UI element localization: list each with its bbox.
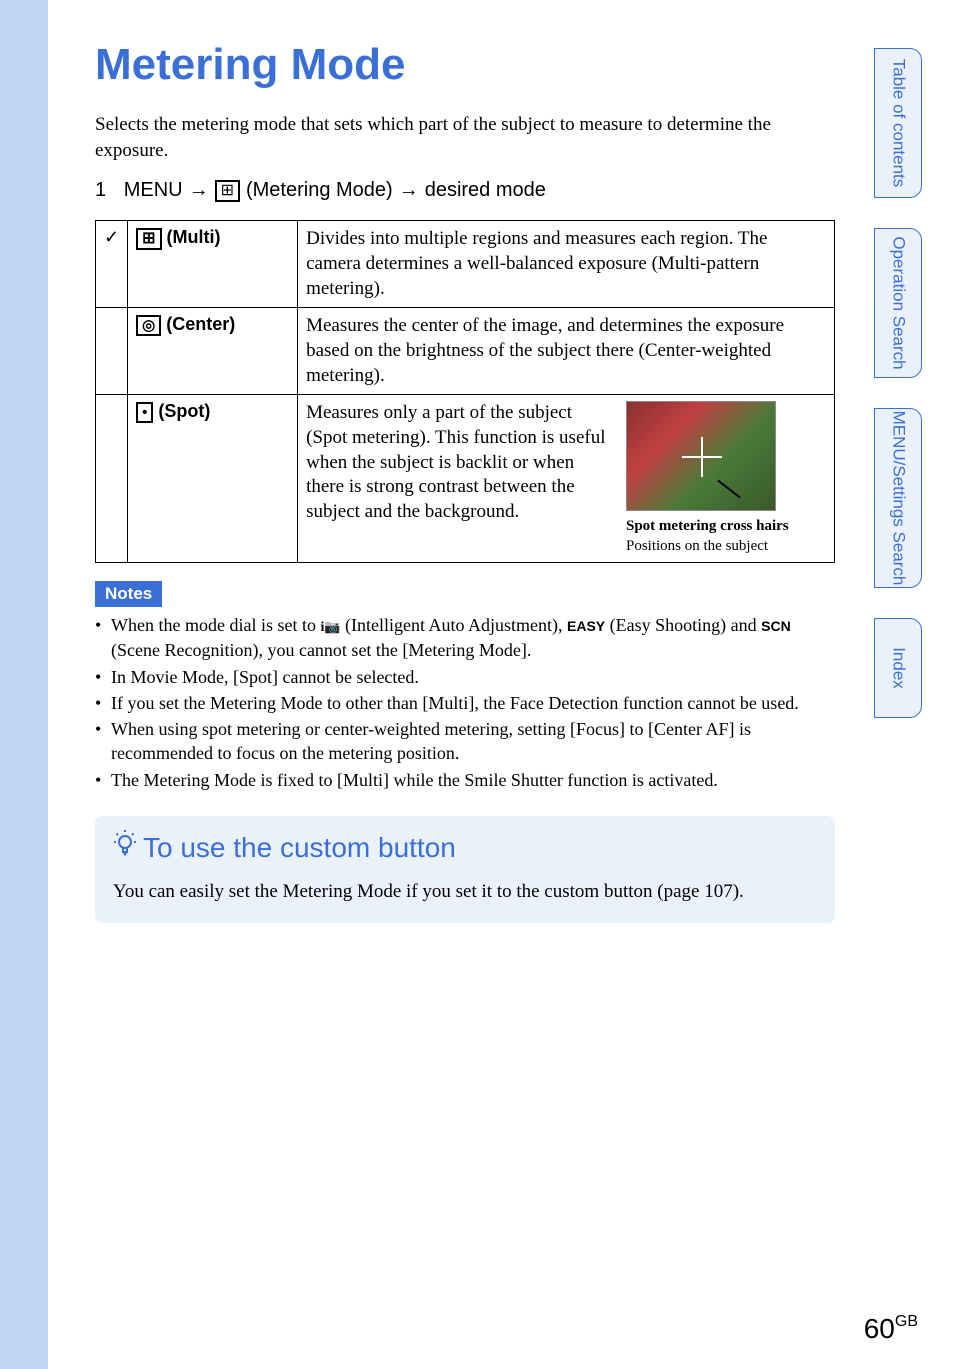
lightbulb-icon <box>113 830 137 865</box>
spot-image-block: Spot metering cross hairs Positions on t… <box>626 401 826 556</box>
spot-caption-reg: Positions on the subject <box>626 537 826 557</box>
step-suffix: desired mode <box>425 179 546 202</box>
step-menu-label: MENU <box>124 179 183 202</box>
tip-title-text: To use the custom button <box>143 832 456 864</box>
list-item: When the mode dial is set to i (Intellig… <box>95 613 835 662</box>
side-tabs: Table of contents Operation Search MENU/… <box>874 48 922 718</box>
main-content: Metering Mode Selects the metering mode … <box>95 40 835 923</box>
mode-desc-multi: Divides into multiple regions and measur… <box>298 221 835 308</box>
tab-label: Index <box>889 647 908 689</box>
table-row: (Spot) Measures only a part of the subje… <box>96 395 835 563</box>
list-item: In Movie Mode, [Spot] cannot be selected… <box>95 665 835 689</box>
note-part: (Easy Shooting) and <box>605 615 761 635</box>
tab-index[interactable]: Index <box>874 618 922 718</box>
step-instruction: 1 MENU → (Metering Mode) → desired mode <box>95 179 835 202</box>
arrow-to-crosshair <box>717 480 740 499</box>
mode-label: (Multi) <box>167 227 221 247</box>
multi-icon <box>136 228 161 250</box>
tip-box: To use the custom button You can easily … <box>95 816 835 923</box>
step-arrow2: → <box>399 179 419 202</box>
page-number: 60GB <box>864 1313 918 1345</box>
modes-table: ✓ (Multi) Divides into multiple regions … <box>95 220 835 563</box>
list-item: When using spot metering or center-weigh… <box>95 717 835 766</box>
table-row: ✓ (Multi) Divides into multiple regions … <box>96 221 835 308</box>
check-cell <box>96 395 128 563</box>
spot-sample-image <box>626 401 776 511</box>
check-cell <box>96 308 128 395</box>
mode-desc-spot-cell: Measures only a part of the subject (Spo… <box>298 395 835 563</box>
tab-label: Table of contents <box>889 59 908 188</box>
page-number-value: 60 <box>864 1313 895 1344</box>
tab-label: Operation Search <box>889 236 908 369</box>
step-mid: (Metering Mode) <box>246 179 393 202</box>
tab-table-of-contents[interactable]: Table of contents <box>874 48 922 198</box>
list-item: If you set the Metering Mode to other th… <box>95 691 835 715</box>
notes-list: When the mode dial is set to i (Intellig… <box>95 613 835 792</box>
mode-name-multi: (Multi) <box>128 221 298 308</box>
mode-name-center: (Center) <box>128 308 298 395</box>
camera-icon <box>324 615 340 635</box>
tab-menu-settings-search[interactable]: MENU/Settings Search <box>874 408 922 588</box>
center-icon <box>136 315 161 336</box>
tab-label: MENU/Settings Search <box>889 411 908 586</box>
check-cell: ✓ <box>96 221 128 308</box>
crosshair-v <box>701 437 703 477</box>
spot-caption-bold: Spot metering cross hairs <box>626 517 826 537</box>
note-part: When the mode dial is set to <box>111 615 320 635</box>
page-gb-suffix: GB <box>895 1313 918 1330</box>
step-arrow: → <box>189 179 209 202</box>
note-part: (Intelligent Auto Adjustment), <box>341 615 567 635</box>
mode-label: (Spot) <box>158 401 210 421</box>
note-part: (Scene Recognition), you cannot set the … <box>111 640 531 660</box>
mode-label: (Center) <box>166 314 235 334</box>
mode-desc-center: Measures the center of the image, and de… <box>298 308 835 395</box>
tip-title-row: To use the custom button <box>113 830 817 865</box>
spot-icon <box>136 402 153 423</box>
left-accent-bar <box>0 0 48 1369</box>
easy-label: EASY <box>567 618 605 634</box>
tip-body: You can easily set the Metering Mode if … <box>113 879 817 905</box>
page-title: Metering Mode <box>95 40 835 90</box>
metering-icon <box>215 180 240 202</box>
table-row: (Center) Measures the center of the imag… <box>96 308 835 395</box>
mode-name-spot: (Spot) <box>128 395 298 563</box>
intro-text: Selects the metering mode that sets whic… <box>95 112 835 163</box>
list-item: The Metering Mode is fixed to [Multi] wh… <box>95 768 835 792</box>
mode-desc-spot: Measures only a part of the subject (Spo… <box>306 401 616 556</box>
notes-heading: Notes <box>95 581 162 607</box>
scn-label: SCN <box>761 618 791 634</box>
step-number: 1 <box>95 179 106 202</box>
tab-operation-search[interactable]: Operation Search <box>874 228 922 378</box>
